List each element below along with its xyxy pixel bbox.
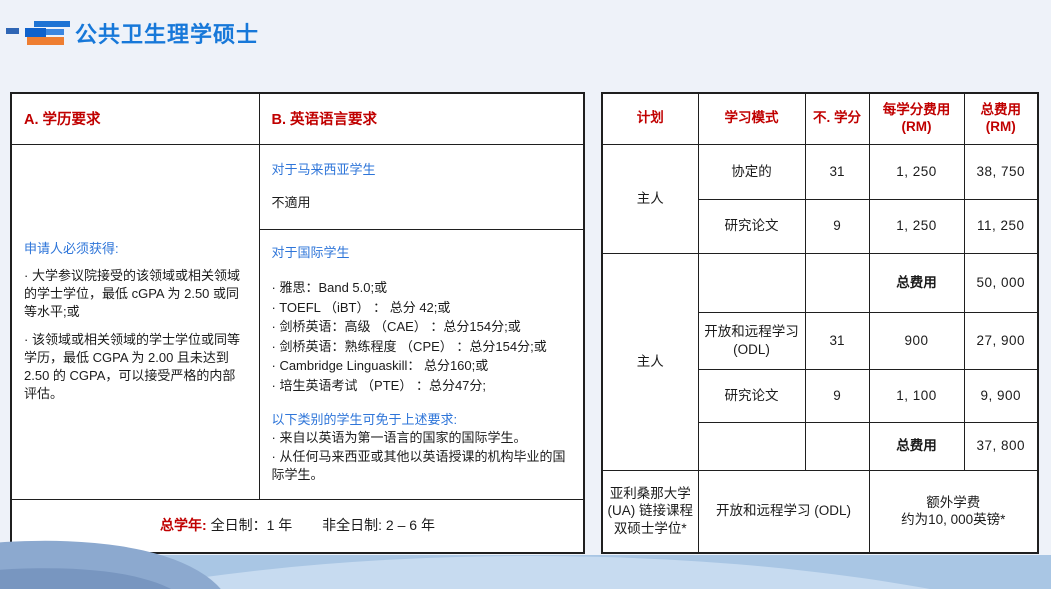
ua-mode-cell: 开放和远程学习 (ODL) (698, 470, 869, 553)
mode-cell: 开放和远程学习 (ODL) (698, 312, 805, 369)
page-header: 公共卫生理学硕士 (0, 0, 1051, 60)
qualification-intro: 申请人必须获得: (24, 240, 247, 258)
plan-ua-dual-degree: 亚利桑那大学 (UA) 链接课程双硕士学位* (602, 470, 698, 553)
fee-row: 亚利桑那大学 (UA) 链接课程双硕士学位* 开放和远程学习 (ODL) 额外学… (602, 470, 1038, 553)
subtotal-label: 总费用 (869, 253, 964, 312)
slide-page: 公共卫生理学硕士 A. 学历要求 B. 英语语言要求 申请人必须获得: · 大学… (0, 0, 1051, 589)
logo-bar-top (34, 21, 70, 27)
exemption-block: 以下类别的学生可免于上述要求: · 来自以英语为第一语言的国家的国际学生。 · … (272, 411, 572, 484)
empty-cell (805, 253, 869, 312)
subtotal-value: 37, 800 (964, 422, 1038, 470)
mode-cell: 研究论文 (698, 199, 805, 253)
duration-part-time: 非全日制: 2 – 6 年 (322, 517, 435, 533)
fee-table: 计划 学习模式 不. 学分 每学分费用 (RM) 总费用 (RM) 主人 协定的… (601, 92, 1039, 554)
logo-bar-mid (25, 28, 46, 37)
english-test-item: · TOEFL （iBT） ： 总分 42;或 (272, 298, 572, 318)
ua-fee-line2: 约为10, 000英镑* (874, 511, 1034, 529)
credits-cell: 9 (805, 199, 869, 253)
english-test-item: · 剑桥英语：高级 （CAE） ：总分154分;或 (272, 317, 572, 337)
logo-bar-sliver (6, 28, 19, 34)
english-test-item: · Cambridge Linguaskill： 总分160;或 (272, 356, 572, 376)
logo-bar-orange (27, 37, 64, 45)
english-tests-list: · 雅思：Band 5.0;或 · TOEFL （iBT） ： 总分 42;或 … (272, 278, 572, 395)
total-cell: 27, 900 (964, 312, 1038, 369)
international-students-cell: 对于国际学生 · 雅思：Band 5.0;或 · TOEFL （iBT） ： 总… (259, 229, 584, 499)
plan-master-2: 主人 (602, 253, 698, 470)
academic-requirements-cell: 申请人必须获得: · 大学参议院接受的该领域或相关领域的学士学位，最低 cGPA… (11, 144, 259, 499)
exemption-item: · 来自以英语为第一语言的国家的国际学生。 (272, 429, 572, 447)
logo-bar-mid2 (46, 29, 64, 35)
empty-cell (805, 422, 869, 470)
malaysian-students-heading: 对于马来西亚学生 (272, 161, 572, 179)
credits-cell: 31 (805, 144, 869, 199)
total-cell: 9, 900 (964, 369, 1038, 422)
per-credit-cell: 900 (869, 312, 964, 369)
mode-cell: 研究论文 (698, 369, 805, 422)
header-academic-requirements: A. 学历要求 (11, 93, 259, 144)
fee-header-mode: 学习模式 (698, 93, 805, 144)
exemption-heading: 以下类别的学生可免于上述要求: (272, 411, 572, 429)
fee-header-credits: 不. 学分 (805, 93, 869, 144)
per-credit-cell: 1, 250 (869, 199, 964, 253)
qualification-item: · 该领域或相关领域的学士学位或同等学历，最低 CGPA 为 2.00 且未达到… (24, 331, 247, 404)
total-cell: 11, 250 (964, 199, 1038, 253)
subtotal-label: 总费用 (869, 422, 964, 470)
credits-cell: 31 (805, 312, 869, 369)
total-cell: 38, 750 (964, 144, 1038, 199)
plan-master-1: 主人 (602, 144, 698, 253)
fee-header-plan: 计划 (602, 93, 698, 144)
international-students-heading: 对于国际学生 (272, 244, 572, 262)
subtotal-value: 50, 000 (964, 253, 1038, 312)
requirements-table: A. 学历要求 B. 英语语言要求 申请人必须获得: · 大学参议院接受的该领域… (10, 92, 585, 554)
fee-row: 主人 总费用 50, 000 (602, 253, 1038, 312)
qualification-item: · 大学参议院接受的该领域或相关领域的学士学位，最低 cGPA 为 2.50 或… (24, 267, 247, 322)
page-title: 公共卫生理学硕士 (75, 17, 259, 49)
ua-fee-cell: 额外学费 约为10, 000英镑* (869, 470, 1038, 553)
english-test-item: · 培生英语考试 （PTE） ：总分47分; (272, 376, 572, 396)
header-english-requirements: B. 英语语言要求 (259, 93, 584, 144)
malaysian-students-value: 不適用 (272, 195, 311, 210)
empty-cell (698, 422, 805, 470)
fee-header-per-credit: 每学分费用 (RM) (869, 93, 964, 144)
exemption-item: · 从任何马来西亚或其他以英语授课的机构毕业的国际学生。 (272, 448, 572, 484)
fee-header-total: 总费用 (RM) (964, 93, 1038, 144)
english-test-item: · 雅思：Band 5.0;或 (272, 278, 572, 298)
duration-label: 总学年: (160, 517, 207, 533)
malaysian-students-cell: 对于马来西亚学生 不適用 (259, 144, 584, 229)
mode-cell: 协定的 (698, 144, 805, 199)
duration-full-time: 全日制：1 年 (211, 517, 293, 533)
fee-row: 主人 协定的 31 1, 250 38, 750 (602, 144, 1038, 199)
per-credit-cell: 1, 100 (869, 369, 964, 422)
university-logo-icon (6, 0, 72, 50)
ua-fee-line1: 额外学费 (874, 494, 1034, 512)
credits-cell: 9 (805, 369, 869, 422)
per-credit-cell: 1, 250 (869, 144, 964, 199)
empty-cell (698, 253, 805, 312)
english-test-item: · 剑桥英语：熟练程度 （CPE） ：总分154分;或 (272, 337, 572, 357)
